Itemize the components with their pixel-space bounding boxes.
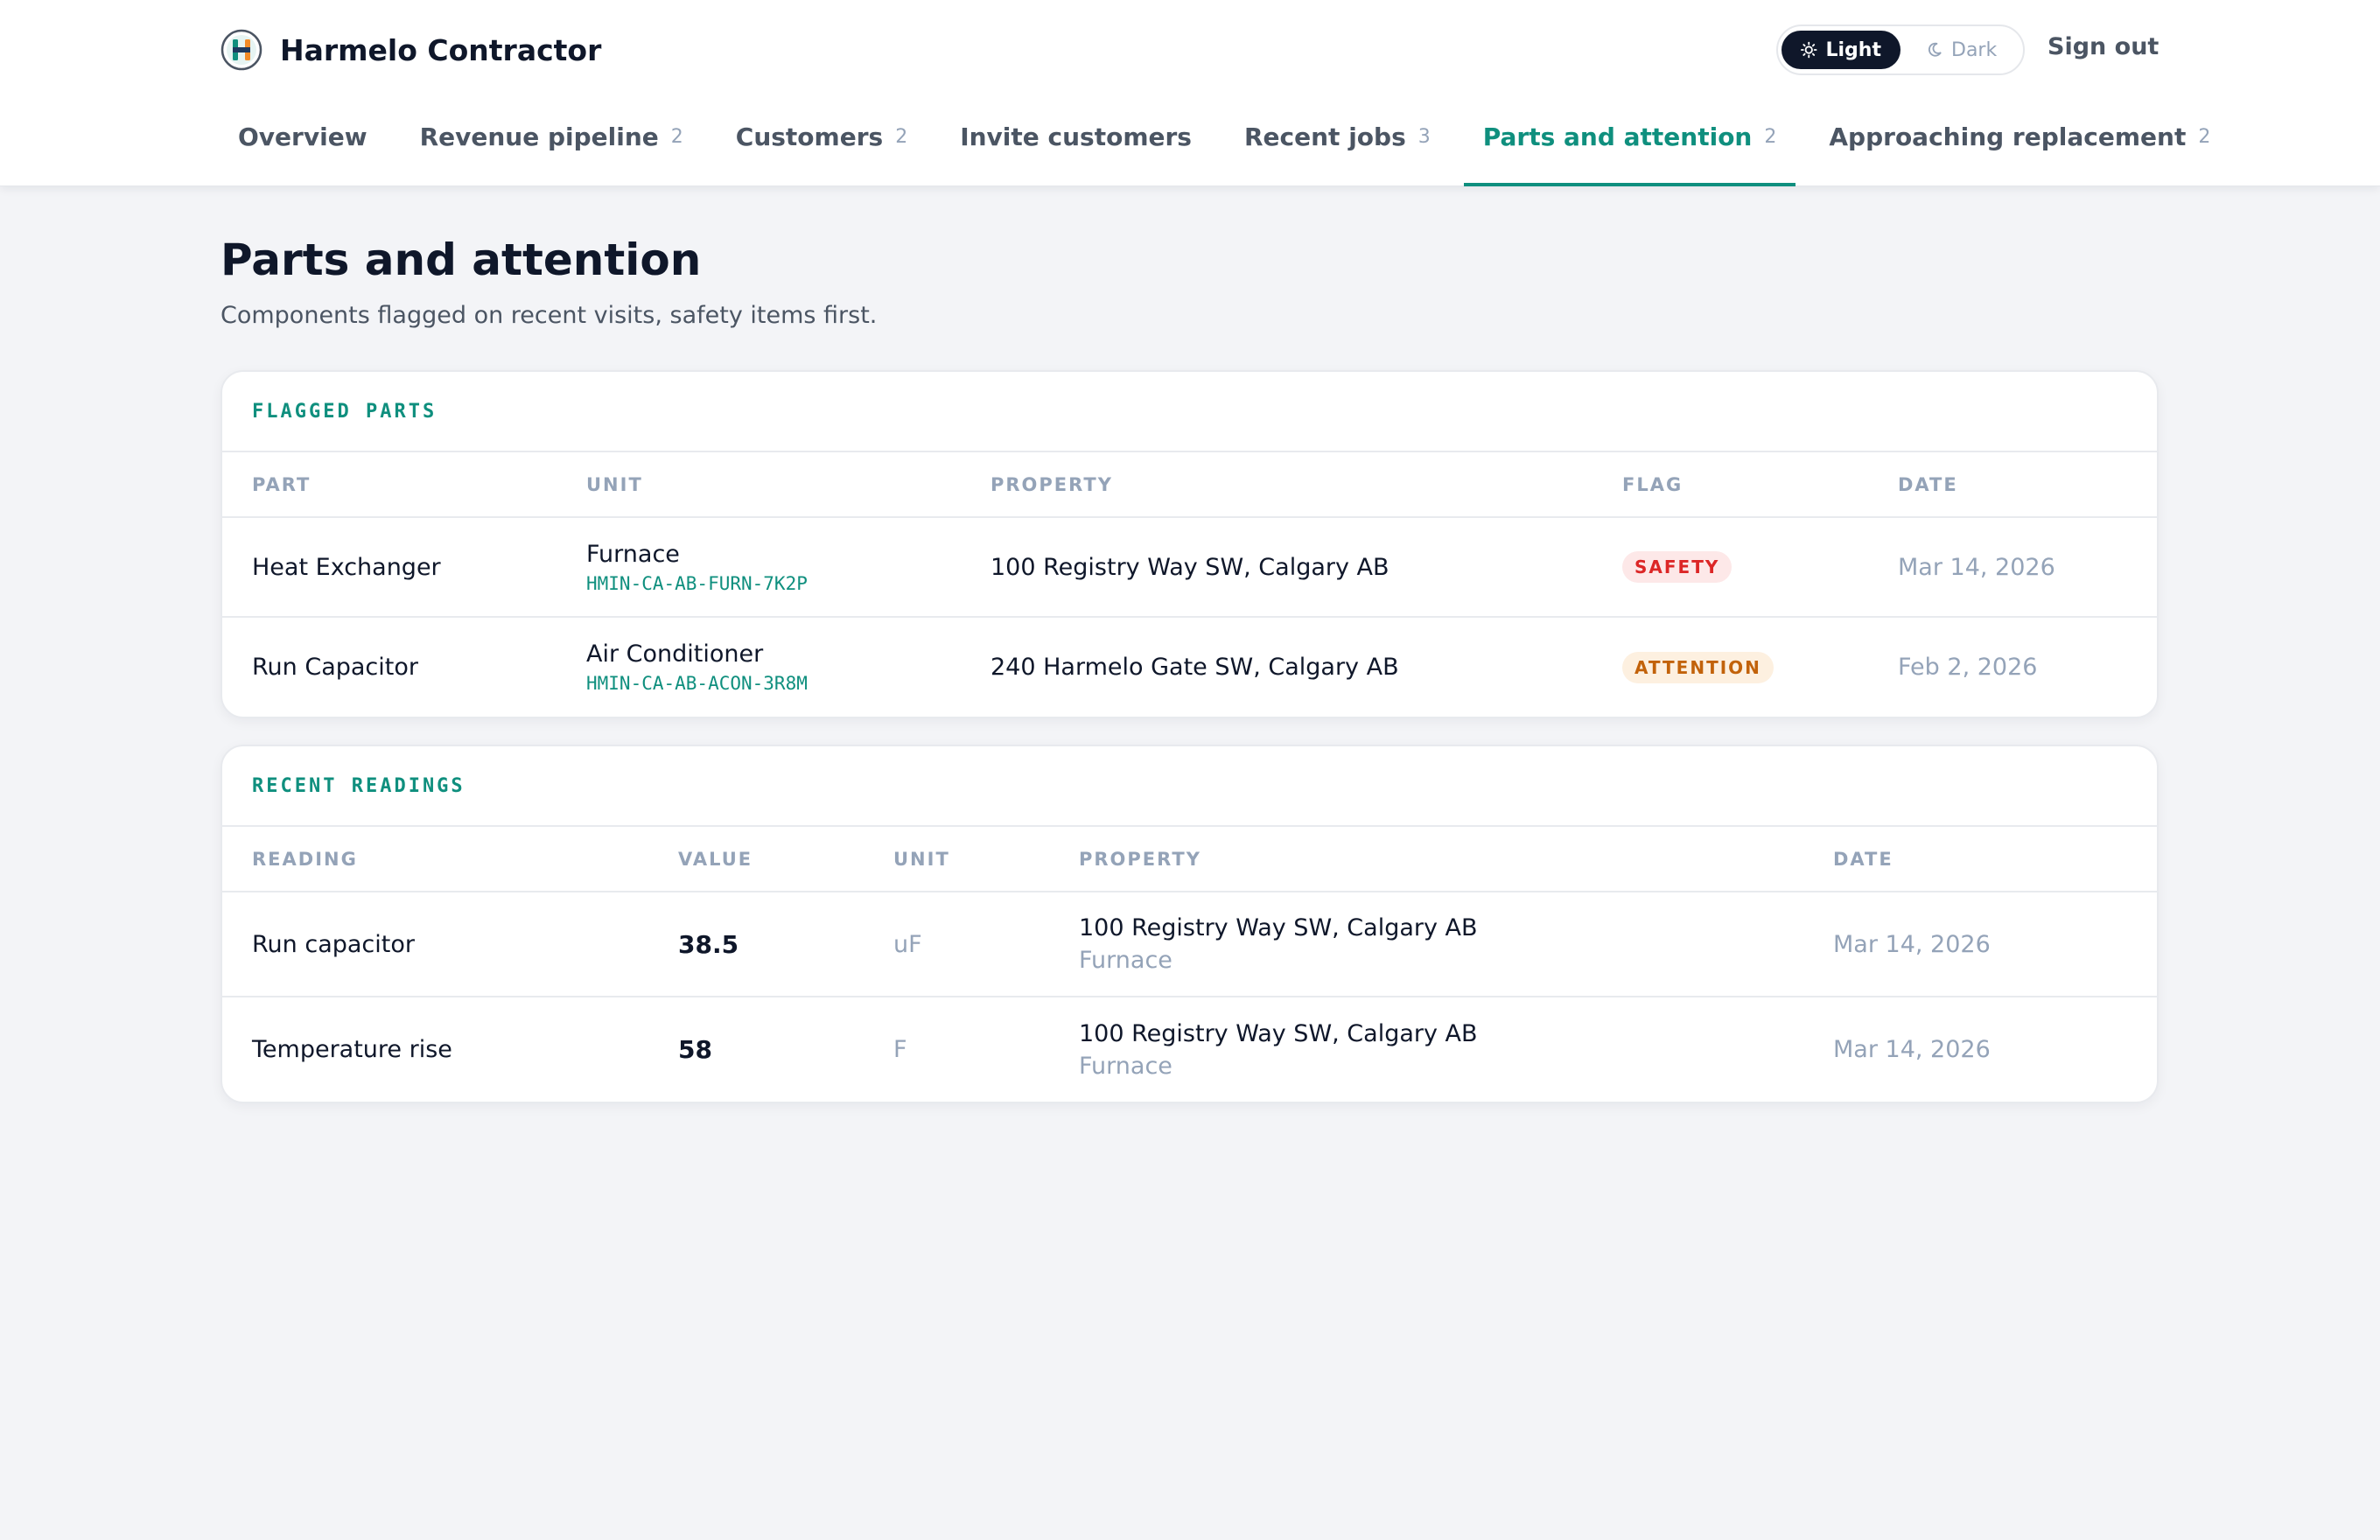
app-title: Harmelo Contractor (280, 32, 602, 67)
tab-count: 2 (2198, 126, 2211, 148)
date: Mar 14, 2026 (1868, 517, 2157, 618)
flagged-parts-title: FLAGGED PARTS (222, 372, 2157, 452)
attention-badge: ATTENTION (1622, 651, 1774, 683)
theme-light-label: Light (1825, 38, 1882, 61)
brand[interactable]: Harmelo Contractor (220, 26, 601, 74)
property-address: 100 Registry Way SW, Calgary AB (1079, 914, 1478, 942)
reading-value: 58 (678, 1035, 712, 1064)
table-header-row: READING VALUE UNIT PROPERTY DATE (222, 827, 2157, 892)
flag-cell: SAFETY (1592, 517, 1868, 618)
tab-label: Revenue pipeline (419, 122, 659, 151)
column-header-unit[interactable]: UNIT (556, 452, 961, 518)
date: Mar 14, 2026 (1803, 892, 2157, 998)
tab-revenue-pipeline[interactable]: Revenue pipeline 2 (401, 122, 703, 186)
page-subtitle: Components flagged on recent visits, saf… (220, 302, 878, 329)
tab-label: Overview (238, 122, 368, 151)
flagged-parts-card: FLAGGED PARTS PART UNIT PROPERTY FLAG DA… (220, 370, 2159, 718)
main-nav: Overview Revenue pipeline 2 Customers 2 … (219, 122, 2244, 186)
tab-count: 2 (895, 126, 908, 148)
table-header-row: PART UNIT PROPERTY FLAG DATE (222, 452, 2157, 518)
reading-value: 38.5 (648, 892, 864, 998)
column-header-flag[interactable]: FLAG (1592, 452, 1868, 518)
unit-name: Furnace (586, 540, 680, 568)
tab-label: Invite customers (960, 122, 1192, 151)
table-row[interactable]: Temperature rise 58 F 100 Registry Way S… (222, 997, 2157, 1102)
recent-readings-title: RECENT READINGS (222, 746, 2157, 827)
tab-count: 2 (670, 126, 683, 148)
table-row[interactable]: Run Capacitor Air Conditioner HMIN-CA-AB… (222, 617, 2157, 717)
unit-cell: Furnace HMIN-CA-AB-FURN-7K2P (556, 517, 961, 618)
tab-count: 2 (1764, 126, 1777, 148)
page-title: Parts and attention (220, 234, 702, 285)
moon-icon (1928, 42, 1942, 57)
safety-badge: SAFETY (1622, 551, 1732, 583)
unit-cell: Air Conditioner HMIN-CA-AB-ACON-3R8M (556, 617, 961, 717)
equipment-name: Furnace (1079, 1052, 1172, 1080)
unit-code[interactable]: HMIN-CA-AB-FURN-7K2P (586, 573, 961, 594)
property-address: 240 Harmelo Gate SW, Calgary AB (990, 654, 1399, 681)
theme-toggle[interactable]: Light Dark (1776, 24, 2025, 75)
date: Mar 14, 2026 (1833, 1036, 1991, 1063)
tab-approaching-replacement[interactable]: Approaching replacement 2 (1810, 122, 2230, 186)
recent-readings-card: RECENT READINGS READING VALUE UNIT PROPE… (220, 745, 2159, 1103)
table-row[interactable]: Heat Exchanger Furnace HMIN-CA-AB-FURN-7… (222, 517, 2157, 618)
sun-icon (1801, 41, 1817, 59)
tab-overview[interactable]: Overview (219, 122, 387, 186)
reading-name: Run capacitor (222, 892, 648, 998)
reading-unit: F (893, 1036, 907, 1063)
column-header-unit[interactable]: UNIT (864, 827, 1049, 892)
tab-label: Customers (735, 122, 884, 151)
unit-name: Air Conditioner (586, 640, 764, 668)
theme-dark-button[interactable]: Dark (1908, 31, 2016, 69)
tab-label: Approaching replacement (1829, 122, 2187, 151)
equipment-name: Furnace (1079, 947, 1172, 974)
property-address: 100 Registry Way SW, Calgary AB (1079, 1019, 1478, 1047)
part-name: Run Capacitor (252, 654, 418, 681)
column-header-value[interactable]: VALUE (648, 827, 864, 892)
property-address: 100 Registry Way SW, Calgary AB (961, 517, 1592, 618)
reading-unit: uF (864, 892, 1049, 998)
top-header: Harmelo Contractor Light Dark Sign out O… (0, 0, 2380, 186)
flagged-parts-table: PART UNIT PROPERTY FLAG DATE Heat Exchan… (222, 452, 2157, 717)
column-header-property[interactable]: PROPERTY (1049, 827, 1803, 892)
tab-invite-customers[interactable]: Invite customers (941, 122, 1211, 186)
column-header-reading[interactable]: READING (222, 827, 648, 892)
unit-code[interactable]: HMIN-CA-AB-ACON-3R8M (586, 673, 961, 694)
tab-parts-and-attention[interactable]: Parts and attention 2 (1463, 122, 1796, 186)
tab-label: Recent jobs (1243, 122, 1406, 151)
theme-light-button[interactable]: Light (1782, 31, 1900, 69)
flag-cell: ATTENTION (1592, 617, 1868, 717)
date: Feb 2, 2026 (1898, 654, 2038, 681)
table-row[interactable]: Run capacitor 38.5 uF 100 Registry Way S… (222, 892, 2157, 998)
harmelo-logo-icon (220, 29, 262, 71)
column-header-date[interactable]: DATE (1868, 452, 2157, 518)
reading-name: Temperature rise (252, 1036, 452, 1063)
column-header-part[interactable]: PART (222, 452, 556, 518)
tab-count: 3 (1418, 126, 1431, 148)
part-name: Heat Exchanger (222, 517, 556, 618)
theme-dark-label: Dark (1951, 38, 1998, 61)
tab-recent-jobs[interactable]: Recent jobs 3 (1225, 122, 1450, 186)
column-header-date[interactable]: DATE (1803, 827, 2157, 892)
tab-customers[interactable]: Customers 2 (717, 122, 927, 186)
sign-out-button[interactable]: Sign out (2048, 33, 2159, 60)
property-cell: 100 Registry Way SW, Calgary AB Furnace (1049, 997, 1803, 1102)
recent-readings-table: READING VALUE UNIT PROPERTY DATE Run cap… (222, 827, 2157, 1102)
property-cell: 100 Registry Way SW, Calgary AB Furnace (1049, 892, 1803, 998)
tab-label: Parts and attention (1482, 122, 1753, 151)
column-header-property[interactable]: PROPERTY (961, 452, 1592, 518)
